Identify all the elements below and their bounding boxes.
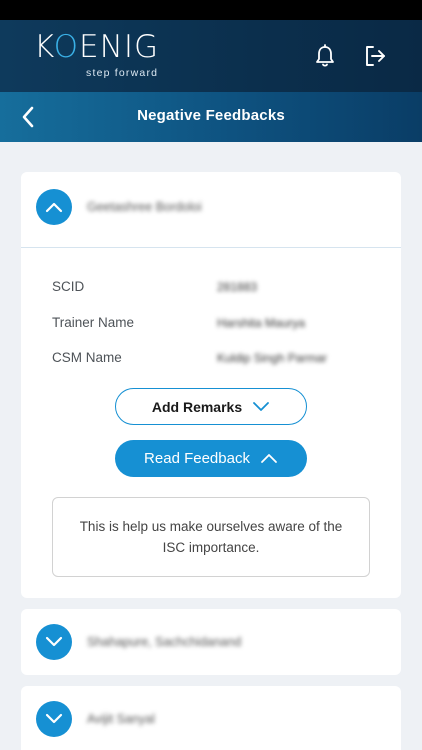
field-value-csm-name: Kuldip Singh Parmar [217,351,328,365]
chevron-down-icon [253,402,270,411]
bell-icon [316,44,334,67]
participant-name: Geetashree Bordoloi [87,200,202,214]
page-title: Negative Feedbacks [137,107,285,124]
add-remarks-button[interactable]: Add Remarks [115,388,307,425]
collapse-toggle-button[interactable] [36,189,72,225]
logout-icon [366,46,385,66]
chevron-up-icon [45,202,63,213]
feedback-card: Shahapure, Sachchidanand [21,609,401,675]
feedback-text-box: This is help us make ourselves aware of … [52,497,370,577]
logo-tagline: step forward [86,67,159,79]
read-feedback-label: Read Feedback [144,450,250,467]
read-feedback-button[interactable]: Read Feedback [115,440,307,477]
card-divider [21,247,401,248]
status-bar [0,0,422,20]
feedback-card: Geetashree Bordoloi SCID 281883 Trainer … [21,172,401,598]
chevron-down-icon [45,636,63,647]
koenig-logo: KOENIG step forward [34,29,159,79]
field-label-scid: SCID [52,279,85,294]
field-label-csm-name: CSM Name [52,350,122,365]
participant-name: Shahapure, Sachchidanand [87,635,242,649]
logo-letters-rest: ENIG [79,29,159,65]
participant-name: Avijit Sanyal [87,712,155,726]
logout-button[interactable] [361,42,389,70]
notifications-button[interactable] [311,42,339,70]
logo-letter-k: K [34,29,54,65]
add-remarks-label: Add Remarks [151,398,243,415]
feedback-text: This is help us make ourselves aware of … [79,519,343,555]
sub-header: Negative Feedbacks [0,92,422,142]
field-value-trainer-name: Harshita Maurya [217,316,306,330]
field-label-trainer-name: Trainer Name [52,315,135,330]
logo-letter-o: O [53,29,80,65]
field-value-scid: 281883 [217,280,258,294]
app-header: KOENIG step forward [0,20,422,92]
feedback-card: Avijit Sanyal [21,686,401,750]
chevron-down-icon [45,713,63,724]
expand-toggle-button[interactable] [36,624,72,660]
expand-toggle-button[interactable] [36,701,72,737]
chevron-up-icon [261,454,277,463]
